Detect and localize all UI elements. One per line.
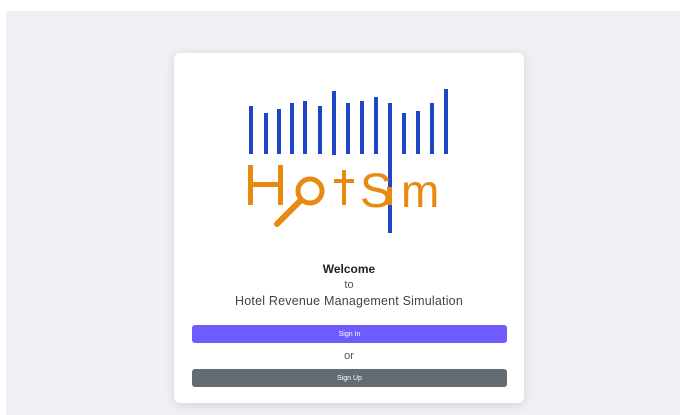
welcome-heading: Welcome — [322, 262, 376, 276]
welcome-to-text: to — [344, 279, 354, 291]
sign-in-button[interactable]: Sign In — [192, 325, 507, 343]
app-subtitle: Hotel Revenue Management Simulation — [235, 294, 463, 308]
sign-up-button[interactable]: Sign Up — [192, 369, 507, 387]
hotsim-logo: S m — [248, 89, 448, 233]
svg-text:m: m — [401, 165, 439, 217]
login-card: S m Welcome to Hotel Revenue Management … — [174, 53, 524, 403]
or-separator: or — [344, 350, 354, 362]
